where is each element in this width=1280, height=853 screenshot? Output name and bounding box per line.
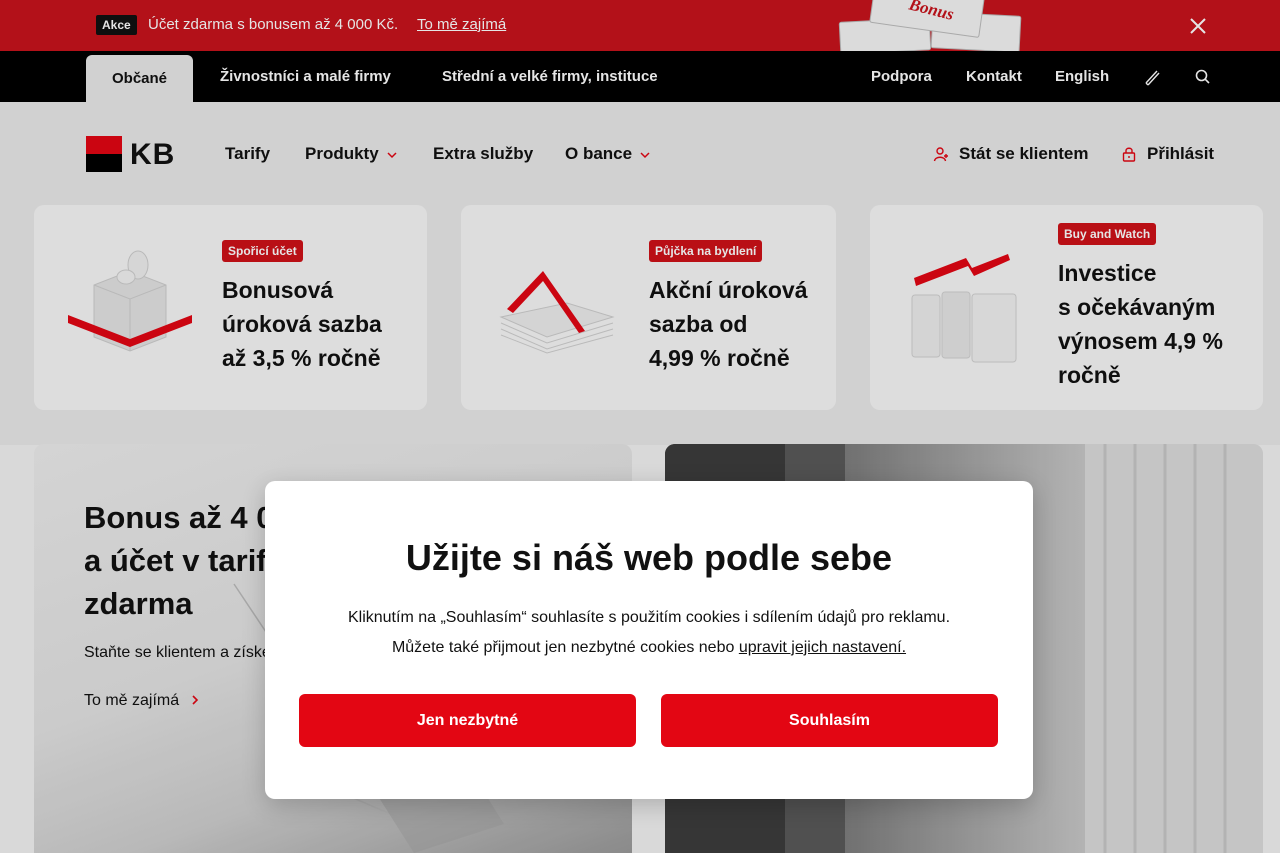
necessary-only-button[interactable]: Jen nezbytné bbox=[299, 694, 636, 747]
modal-text-line2: Můžete také přijmout jen nezbytné cookie… bbox=[265, 633, 1033, 663]
cookie-consent-dialog: Užijte si náš web podle sebe Kliknutím n… bbox=[265, 481, 1033, 799]
modal-text: Kliknutím na „Souhlasím“ souhlasíte s po… bbox=[265, 603, 1033, 663]
cookie-settings-link[interactable]: upravit jejich nastavení. bbox=[739, 639, 906, 656]
modal-title: Užijte si náš web podle sebe bbox=[405, 537, 893, 578]
modal-text-line1: Kliknutím na „Souhlasím“ souhlasíte s po… bbox=[347, 609, 951, 626]
agree-button[interactable]: Souhlasím bbox=[661, 694, 998, 747]
modal-text-line2-prefix: Můžete také přijmout jen nezbytné cookie… bbox=[391, 639, 739, 656]
